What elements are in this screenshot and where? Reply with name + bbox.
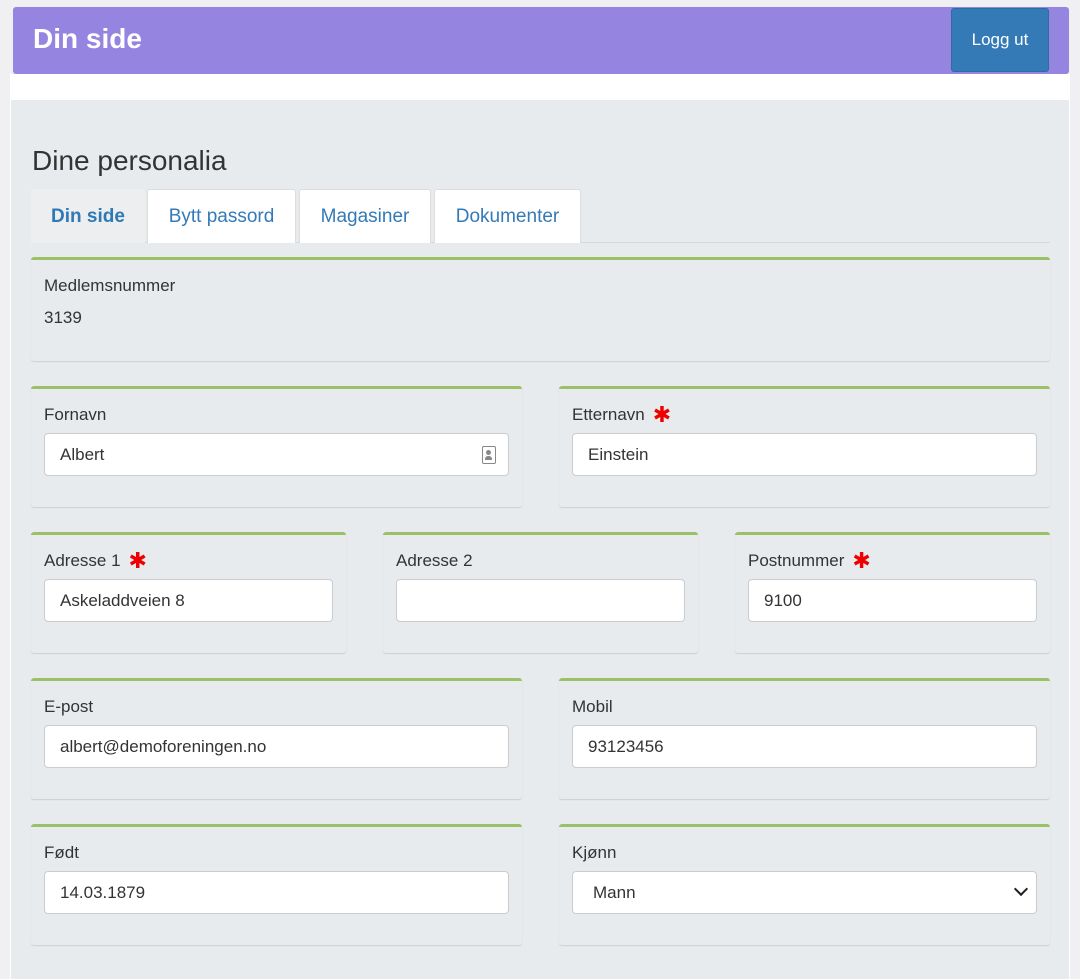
last-name-label: Etternavn (572, 405, 645, 424)
birthdate-input[interactable]: 14.03.1879 (44, 871, 509, 914)
postal-code-label-wrap: Postnummer ✱ (748, 548, 871, 573)
postal-code-value: 9100 (764, 590, 802, 610)
birthdate-card: Født 14.03.1879 (31, 824, 522, 945)
member-number-value: 3139 (44, 308, 82, 327)
address1-value: Askeladdveien 8 (60, 590, 185, 610)
email-card: E-post albert@demoforeningen.no (31, 678, 522, 799)
chevron-down-icon (1013, 881, 1029, 897)
address1-card: Adresse 1 ✱ Askeladdveien 8 (31, 532, 346, 653)
page-title: Dine personalia (32, 145, 227, 176)
postal-code-input[interactable]: 9100 (748, 579, 1037, 622)
required-asterisk-icon: ✱ (852, 548, 871, 573)
required-asterisk-icon: ✱ (128, 548, 147, 573)
last-name-value: Einstein (588, 444, 649, 464)
first-name-card: Fornavn Albert (31, 386, 522, 507)
address1-label: Adresse 1 (44, 551, 121, 570)
mobile-card: Mobil 93123456 (559, 678, 1050, 799)
last-name-card: Etternavn ✱ Einstein (559, 386, 1050, 507)
tab-bytt-passord[interactable]: Bytt passord (147, 189, 296, 243)
first-name-value: Albert (60, 444, 105, 464)
mobile-value: 93123456 (588, 736, 664, 756)
postal-code-label: Postnummer (748, 551, 845, 570)
tab-bar: Din side Bytt passord Magasiner Dokument… (31, 189, 1050, 243)
tab-din-side[interactable]: Din side (31, 189, 145, 243)
header-title: Din side (33, 23, 142, 54)
header-spacer (10, 74, 1070, 100)
email-value: albert@demoforeningen.no (60, 736, 267, 756)
postal-code-card: Postnummer ✱ 9100 (735, 532, 1050, 653)
contact-card-icon[interactable] (482, 446, 496, 464)
last-name-label-wrap: Etternavn ✱ (572, 402, 672, 427)
required-asterisk-icon: ✱ (652, 402, 672, 427)
address2-input[interactable] (396, 579, 685, 622)
mobile-label: Mobil (572, 697, 613, 716)
first-name-input[interactable]: Albert (44, 433, 509, 476)
logout-button[interactable]: Logg ut (951, 8, 1049, 72)
address2-card: Adresse 2 (383, 532, 698, 653)
email-input[interactable]: albert@demoforeningen.no (44, 725, 509, 768)
birthdate-label: Født (44, 843, 79, 862)
gender-label: Kjønn (572, 843, 617, 862)
email-label: E-post (44, 697, 94, 716)
address1-label-wrap: Adresse 1 ✱ (44, 548, 147, 573)
address2-label: Adresse 2 (396, 551, 473, 570)
member-number-card: Medlemsnummer 3139 (31, 257, 1050, 361)
gender-card: Kjønn Mann (559, 824, 1050, 945)
tab-magasiner[interactable]: Magasiner (299, 189, 431, 243)
gender-select[interactable]: Mann (572, 871, 1037, 914)
address1-input[interactable]: Askeladdveien 8 (44, 579, 333, 622)
last-name-input[interactable]: Einstein (572, 433, 1037, 476)
top-header: Din side Logg ut (13, 7, 1069, 74)
tab-dokumenter[interactable]: Dokumenter (434, 189, 581, 243)
gender-value: Mann (593, 882, 636, 902)
first-name-label: Fornavn (44, 405, 107, 424)
mobile-input[interactable]: 93123456 (572, 725, 1037, 768)
birthdate-value: 14.03.1879 (60, 882, 146, 902)
member-number-label: Medlemsnummer (44, 276, 176, 295)
